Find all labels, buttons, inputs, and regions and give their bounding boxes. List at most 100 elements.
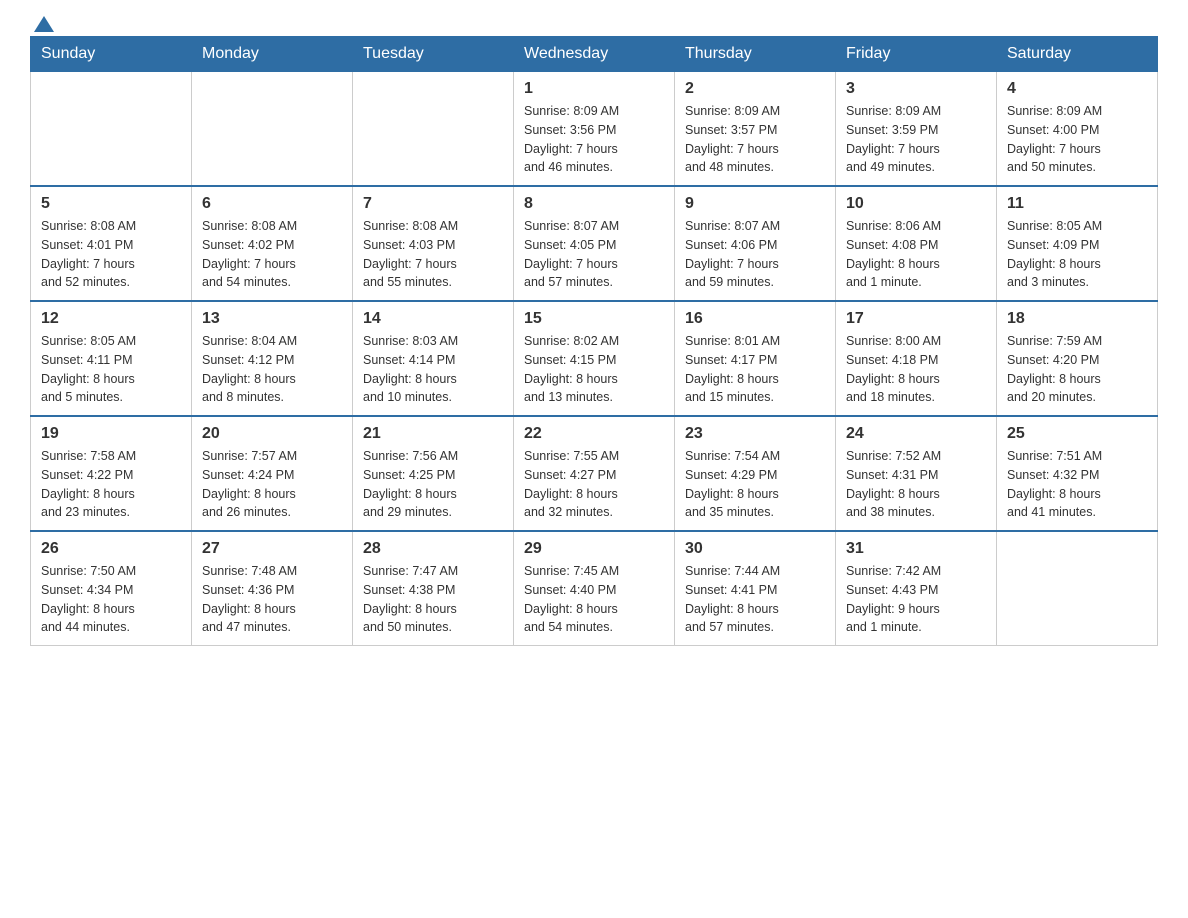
day-number: 31 <box>846 540 986 558</box>
day-info: Sunrise: 7:54 AM Sunset: 4:29 PM Dayligh… <box>685 447 825 522</box>
day-info: Sunrise: 7:52 AM Sunset: 4:31 PM Dayligh… <box>846 447 986 522</box>
calendar-day-cell <box>353 72 514 187</box>
day-number: 8 <box>524 195 664 213</box>
day-info: Sunrise: 8:08 AM Sunset: 4:03 PM Dayligh… <box>363 217 503 292</box>
day-number: 30 <box>685 540 825 558</box>
calendar-day-cell: 6Sunrise: 8:08 AM Sunset: 4:02 PM Daylig… <box>192 186 353 301</box>
calendar-day-cell: 28 Sunrise: 7:47 AM Sunset: 4:38 PM Dayli… <box>353 531 514 646</box>
day-info: Sunrise: 8:07 AM Sunset: 4:05 PM Dayligh… <box>524 217 664 292</box>
day-number: 16 <box>685 310 825 328</box>
calendar-day-cell: 31 Sunrise: 7:42 AM Sunset: 4:43 PM Dayli… <box>836 531 997 646</box>
day-number: 23 <box>685 425 825 443</box>
calendar-day-cell: 30 Sunrise: 7:44 AM Sunset: 4:41 PM Dayli… <box>675 531 836 646</box>
day-number: 21 <box>363 425 503 443</box>
calendar-week-row: 19Sunrise: 7:58 AM Sunset: 4:22 PM Dayli… <box>31 416 1158 531</box>
day-info: Sunrise: 7:55 AM Sunset: 4:27 PM Dayligh… <box>524 447 664 522</box>
day-number: 24 <box>846 425 986 443</box>
day-number: 1 <box>524 80 664 98</box>
calendar-day-cell: 5 Sunrise: 8:08 AM Sunset: 4:01 PM Daylig… <box>31 186 192 301</box>
day-info: Sunrise: 8:08 AM Sunset: 4:01 PM Dayligh… <box>41 217 181 292</box>
days-of-week-row: Sunday Monday Tuesday Wednesday Thursday… <box>31 37 1158 72</box>
calendar-day-cell: 7 Sunrise: 8:08 AM Sunset: 4:03 PM Daylig… <box>353 186 514 301</box>
calendar-day-cell: 8 Sunrise: 8:07 AM Sunset: 4:05 PM Daylig… <box>514 186 675 301</box>
day-number: 13 <box>202 310 342 328</box>
calendar-day-cell: 10 Sunrise: 8:06 AM Sunset: 4:08 PM Dayli… <box>836 186 997 301</box>
calendar-week-row: 26Sunrise: 7:50 AM Sunset: 4:34 PM Dayli… <box>31 531 1158 646</box>
col-thursday: Thursday <box>675 37 836 72</box>
calendar-day-cell <box>31 72 192 187</box>
day-info: Sunrise: 8:05 AM Sunset: 4:09 PM Dayligh… <box>1007 217 1147 292</box>
day-number: 9 <box>685 195 825 213</box>
day-info: Sunrise: 8:05 AM Sunset: 4:11 PM Dayligh… <box>41 332 181 407</box>
calendar-day-cell: 24 Sunrise: 7:52 AM Sunset: 4:31 PM Dayli… <box>836 416 997 531</box>
calendar-day-cell: 3Sunrise: 8:09 AM Sunset: 3:59 PM Daylig… <box>836 72 997 187</box>
calendar-header: Sunday Monday Tuesday Wednesday Thursday… <box>31 37 1158 72</box>
day-number: 18 <box>1007 310 1147 328</box>
day-info: Sunrise: 7:44 AM Sunset: 4:41 PM Dayligh… <box>685 562 825 637</box>
day-number: 11 <box>1007 195 1147 213</box>
day-info: Sunrise: 7:48 AM Sunset: 4:36 PM Dayligh… <box>202 562 342 637</box>
day-info: Sunrise: 8:09 AM Sunset: 3:57 PM Dayligh… <box>685 102 825 177</box>
day-info: Sunrise: 8:07 AM Sunset: 4:06 PM Dayligh… <box>685 217 825 292</box>
day-number: 17 <box>846 310 986 328</box>
day-info: Sunrise: 8:01 AM Sunset: 4:17 PM Dayligh… <box>685 332 825 407</box>
day-number: 10 <box>846 195 986 213</box>
day-info: Sunrise: 7:45 AM Sunset: 4:40 PM Dayligh… <box>524 562 664 637</box>
day-info: Sunrise: 7:56 AM Sunset: 4:25 PM Dayligh… <box>363 447 503 522</box>
calendar-body: 1 Sunrise: 8:09 AM Sunset: 3:56 PM Daylig… <box>31 72 1158 646</box>
calendar-day-cell: 18Sunrise: 7:59 AM Sunset: 4:20 PM Dayli… <box>997 301 1158 416</box>
day-number: 2 <box>685 80 825 98</box>
day-number: 15 <box>524 310 664 328</box>
day-number: 12 <box>41 310 181 328</box>
day-info: Sunrise: 8:09 AM Sunset: 4:00 PM Dayligh… <box>1007 102 1147 177</box>
calendar-day-cell: 23 Sunrise: 7:54 AM Sunset: 4:29 PM Dayli… <box>675 416 836 531</box>
calendar-day-cell: 21 Sunrise: 7:56 AM Sunset: 4:25 PM Dayli… <box>353 416 514 531</box>
col-friday: Friday <box>836 37 997 72</box>
day-number: 27 <box>202 540 342 558</box>
calendar-week-row: 5 Sunrise: 8:08 AM Sunset: 4:01 PM Daylig… <box>31 186 1158 301</box>
calendar-day-cell: 27 Sunrise: 7:48 AM Sunset: 4:36 PM Dayli… <box>192 531 353 646</box>
col-sunday: Sunday <box>31 37 192 72</box>
day-number: 26 <box>41 540 181 558</box>
day-info: Sunrise: 8:06 AM Sunset: 4:08 PM Dayligh… <box>846 217 986 292</box>
calendar-day-cell <box>997 531 1158 646</box>
calendar-day-cell: 15 Sunrise: 8:02 AM Sunset: 4:15 PM Dayli… <box>514 301 675 416</box>
day-number: 5 <box>41 195 181 213</box>
day-info: Sunrise: 7:58 AM Sunset: 4:22 PM Dayligh… <box>41 447 181 522</box>
day-info: Sunrise: 7:42 AM Sunset: 4:43 PM Dayligh… <box>846 562 986 637</box>
day-info: Sunrise: 8:04 AM Sunset: 4:12 PM Dayligh… <box>202 332 342 407</box>
calendar-day-cell: 17Sunrise: 8:00 AM Sunset: 4:18 PM Dayli… <box>836 301 997 416</box>
calendar-day-cell: 2 Sunrise: 8:09 AM Sunset: 3:57 PM Daylig… <box>675 72 836 187</box>
calendar-day-cell: 22 Sunrise: 7:55 AM Sunset: 4:27 PM Dayli… <box>514 416 675 531</box>
logo <box>30 20 54 26</box>
calendar-day-cell: 16 Sunrise: 8:01 AM Sunset: 4:17 PM Dayli… <box>675 301 836 416</box>
calendar-table: Sunday Monday Tuesday Wednesday Thursday… <box>30 36 1158 646</box>
calendar-day-cell: 25Sunrise: 7:51 AM Sunset: 4:32 PM Dayli… <box>997 416 1158 531</box>
day-number: 28 <box>363 540 503 558</box>
day-info: Sunrise: 8:02 AM Sunset: 4:15 PM Dayligh… <box>524 332 664 407</box>
day-info: Sunrise: 7:47 AM Sunset: 4:38 PM Dayligh… <box>363 562 503 637</box>
calendar-week-row: 12 Sunrise: 8:05 AM Sunset: 4:11 PM Dayli… <box>31 301 1158 416</box>
day-number: 20 <box>202 425 342 443</box>
calendar-day-cell: 14 Sunrise: 8:03 AM Sunset: 4:14 PM Dayli… <box>353 301 514 416</box>
day-number: 14 <box>363 310 503 328</box>
col-saturday: Saturday <box>997 37 1158 72</box>
calendar-day-cell: 29Sunrise: 7:45 AM Sunset: 4:40 PM Dayli… <box>514 531 675 646</box>
col-wednesday: Wednesday <box>514 37 675 72</box>
logo-triangle-icon <box>34 16 54 32</box>
calendar-day-cell: 12 Sunrise: 8:05 AM Sunset: 4:11 PM Dayli… <box>31 301 192 416</box>
col-monday: Monday <box>192 37 353 72</box>
calendar-day-cell: 20 Sunrise: 7:57 AM Sunset: 4:24 PM Dayli… <box>192 416 353 531</box>
day-number: 7 <box>363 195 503 213</box>
calendar-day-cell: 11 Sunrise: 8:05 AM Sunset: 4:09 PM Dayli… <box>997 186 1158 301</box>
day-number: 4 <box>1007 80 1147 98</box>
day-info: Sunrise: 8:03 AM Sunset: 4:14 PM Dayligh… <box>363 332 503 407</box>
page-header <box>30 20 1158 26</box>
calendar-day-cell: 19Sunrise: 7:58 AM Sunset: 4:22 PM Dayli… <box>31 416 192 531</box>
day-number: 22 <box>524 425 664 443</box>
day-info: Sunrise: 7:57 AM Sunset: 4:24 PM Dayligh… <box>202 447 342 522</box>
day-info: Sunrise: 8:09 AM Sunset: 3:56 PM Dayligh… <box>524 102 664 177</box>
calendar-day-cell: 1 Sunrise: 8:09 AM Sunset: 3:56 PM Daylig… <box>514 72 675 187</box>
day-number: 3 <box>846 80 986 98</box>
calendar-day-cell: 4 Sunrise: 8:09 AM Sunset: 4:00 PM Daylig… <box>997 72 1158 187</box>
